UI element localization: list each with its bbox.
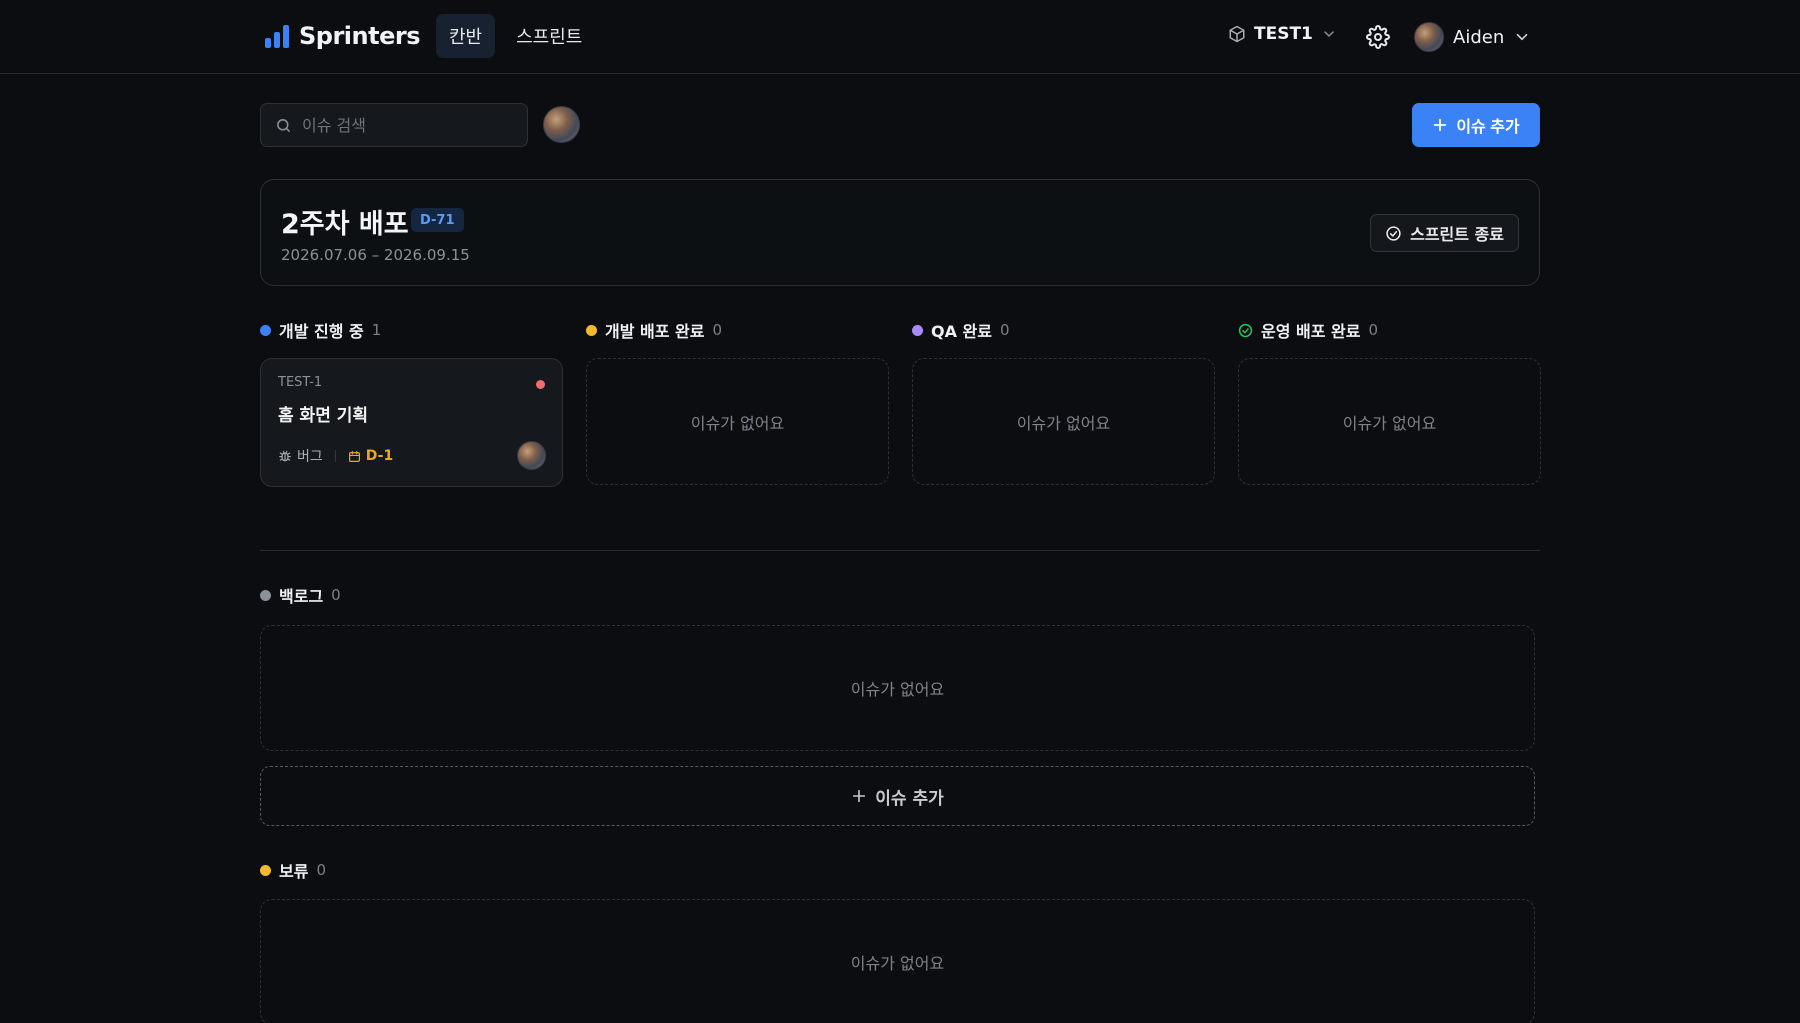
column-count: 0: [1368, 321, 1379, 339]
status-dot: [260, 324, 271, 336]
app-logo[interactable]: Sprinters: [264, 22, 420, 50]
gear-icon: [1366, 25, 1390, 49]
add-issue-button[interactable]: 이슈 추가: [1412, 103, 1540, 147]
main-nav: 칸반 스프린트: [436, 14, 595, 58]
column-qa-done: 이슈가 없어요: [912, 358, 1215, 485]
settings-button[interactable]: [1364, 23, 1392, 51]
tab-sprint[interactable]: 스프린트: [503, 14, 595, 58]
assignee-filter-avatar[interactable]: [543, 106, 580, 143]
backlog-title: 백로그: [279, 587, 324, 606]
bug-icon: [279, 450, 291, 462]
backlog-count: 0: [331, 586, 341, 604]
hold-count: 0: [316, 861, 326, 879]
calendar-icon: [348, 450, 360, 462]
project-name: TEST1: [1254, 24, 1313, 44]
backlog-header: 백로그 0: [260, 583, 341, 607]
search-input[interactable]: [302, 115, 502, 135]
bar-chart-logo-icon: [265, 25, 289, 48]
add-backlog-issue-button[interactable]: 이슈 추가: [260, 766, 1535, 826]
column-count: 0: [1000, 321, 1010, 339]
user-avatar: [1414, 22, 1444, 52]
issue-key: TEST-1: [278, 375, 323, 390]
add-backlog-issue-label: 이슈 추가: [875, 788, 944, 809]
column-header-qa-done: QA 완료 0: [912, 318, 1010, 342]
column-header-in-progress: 개발 진행 중 1: [260, 318, 381, 342]
issue-due-label: D-1: [365, 448, 394, 464]
column-title: 개발 배포 완료: [605, 322, 705, 341]
column-header-dev-deployed: 개발 배포 완료 0: [586, 318, 722, 342]
plus-icon: [853, 789, 866, 803]
sprint-card: 2주차 배포 D-71 2026.07.06 – 2026.09.15 스프린트…: [260, 179, 1540, 286]
status-dot: [260, 589, 271, 601]
hold-empty-state: 이슈가 없어요: [260, 899, 1535, 1023]
check-circle-icon: [1238, 323, 1253, 337]
add-issue-label: 이슈 추가: [1456, 119, 1520, 136]
column-dev-deployed: 이슈가 없어요: [586, 358, 889, 485]
column-count: 1: [371, 321, 382, 339]
hold-title: 보류: [279, 862, 309, 881]
status-dot: [260, 864, 271, 876]
end-sprint-button[interactable]: 스프린트 종료: [1370, 214, 1519, 252]
search-box: [260, 103, 528, 147]
column-title: 개발 진행 중: [279, 322, 364, 341]
user-menu[interactable]: Aiden: [1414, 22, 1531, 52]
top-header: Sprinters 칸반 스프린트 TEST1 Aiden: [0, 0, 1800, 74]
check-circle-icon: [1386, 225, 1401, 241]
backlog-empty-state: 이슈가 없어요: [260, 625, 1535, 751]
plus-icon: [1434, 118, 1447, 132]
status-dot: [586, 324, 597, 336]
section-divider: [260, 550, 1540, 551]
sprint-dates: 2026.07.06 – 2026.09.15: [281, 246, 470, 264]
chevron-down-icon: [1324, 31, 1334, 37]
issue-type: 버그: [278, 446, 323, 466]
empty-state: 이슈가 없어요: [586, 358, 889, 485]
issue-card[interactable]: TEST-1 홈 화면 기획 버그 D-1: [260, 358, 563, 487]
issue-type-label: 버그: [297, 449, 323, 465]
empty-state: 이슈가 없어요: [912, 358, 1215, 485]
column-in-progress: TEST-1 홈 화면 기획 버그 D-1: [260, 358, 563, 487]
meta-divider: [334, 450, 336, 462]
project-selector[interactable]: TEST1: [1228, 24, 1337, 44]
column-header-prod-deployed: 운영 배포 완료 0: [1238, 318, 1378, 342]
priority-dot: [536, 380, 545, 389]
column-count: 0: [712, 321, 723, 339]
issue-due: D-1: [348, 448, 393, 464]
issue-title: 홈 화면 기획: [278, 406, 369, 426]
user-name: Aiden: [1453, 26, 1505, 48]
empty-state: 이슈가 없어요: [1238, 358, 1541, 485]
column-title: 운영 배포 완료: [1261, 322, 1361, 341]
issue-assignee-avatar: [517, 441, 546, 470]
sprint-dday-badge: D-71: [411, 208, 464, 232]
logo-text: Sprinters: [299, 22, 420, 50]
status-dot: [912, 324, 923, 336]
issue-meta: 버그 D-1: [278, 446, 393, 466]
hold-header: 보류 0: [260, 858, 326, 882]
cube-icon: [1229, 25, 1245, 43]
search-icon: [277, 118, 290, 132]
column-prod-deployed: 이슈가 없어요: [1238, 358, 1541, 485]
chevron-down-icon: [1516, 33, 1528, 41]
sprint-title: 2주차 배포: [281, 209, 409, 240]
end-sprint-label: 스프린트 종료: [1410, 225, 1504, 244]
column-title: QA 완료: [931, 322, 992, 341]
tab-kanban[interactable]: 칸반: [436, 14, 496, 58]
